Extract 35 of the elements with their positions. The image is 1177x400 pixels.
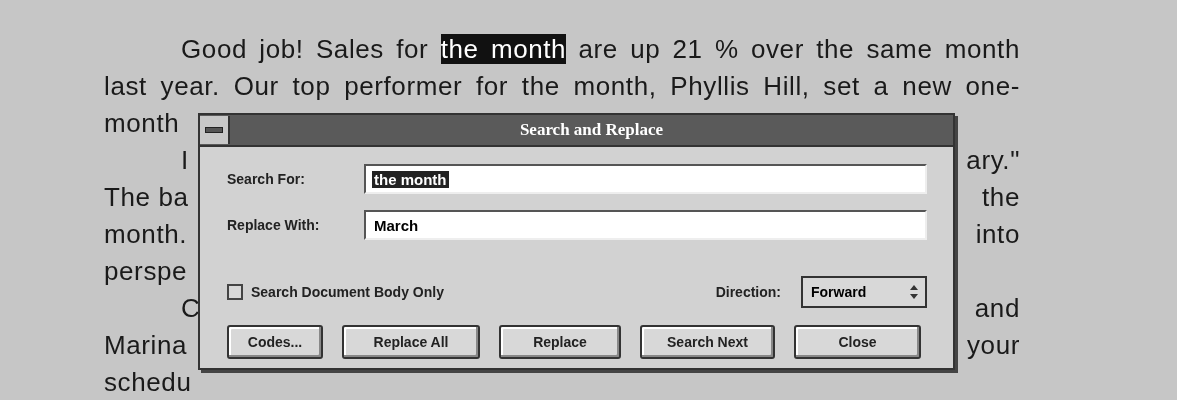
- checkbox-label: Search Document Body Only: [251, 284, 444, 300]
- document-text: and: [974, 292, 1020, 325]
- field-label: Search For:: [227, 171, 306, 187]
- system-menu-button[interactable]: [200, 116, 230, 144]
- document-text: The ba: [104, 181, 189, 214]
- document-text: Good job! Sales for: [181, 34, 430, 64]
- text-field[interactable]: March: [364, 210, 927, 240]
- field-value: the month: [372, 170, 449, 188]
- document-text: perspe: [104, 255, 188, 288]
- dialog-button[interactable]: Codes...: [227, 325, 323, 359]
- dialog-button[interactable]: Close: [794, 325, 921, 359]
- highlighted-text: the month: [440, 34, 567, 64]
- direction-label: Direction:: [715, 284, 781, 300]
- document-text: Marina: [104, 329, 188, 362]
- dialog-title: Search and Replace: [518, 120, 665, 140]
- document-text: last year. Our top performer for the month, Phyllis Hill, set a new one-: [104, 71, 1020, 101]
- document-text: into: [975, 218, 1020, 251]
- document-text: month.: [104, 218, 188, 251]
- dialog-button[interactable]: Replace: [499, 325, 621, 359]
- checkbox[interactable]: [227, 284, 243, 300]
- text-field[interactable]: the month: [364, 164, 927, 194]
- document-text: C: [180, 292, 201, 325]
- dialog-button[interactable]: Replace All: [342, 325, 480, 359]
- document-text: are up 21 % over the same month: [577, 34, 1020, 64]
- field-label: Replace With:: [227, 217, 321, 233]
- document-text: schedu: [104, 366, 192, 399]
- direction-dropdown[interactable]: Forward: [801, 276, 927, 308]
- document-text: your: [967, 329, 1020, 362]
- dialog-button[interactable]: Search Next: [640, 325, 775, 359]
- document-text: the: [982, 181, 1020, 214]
- document-text: month: [104, 107, 180, 140]
- document-text: I: [180, 144, 189, 177]
- field-value: March: [373, 216, 420, 234]
- spin-arrows-icon: [909, 284, 919, 300]
- document-text: ary.": [966, 144, 1020, 177]
